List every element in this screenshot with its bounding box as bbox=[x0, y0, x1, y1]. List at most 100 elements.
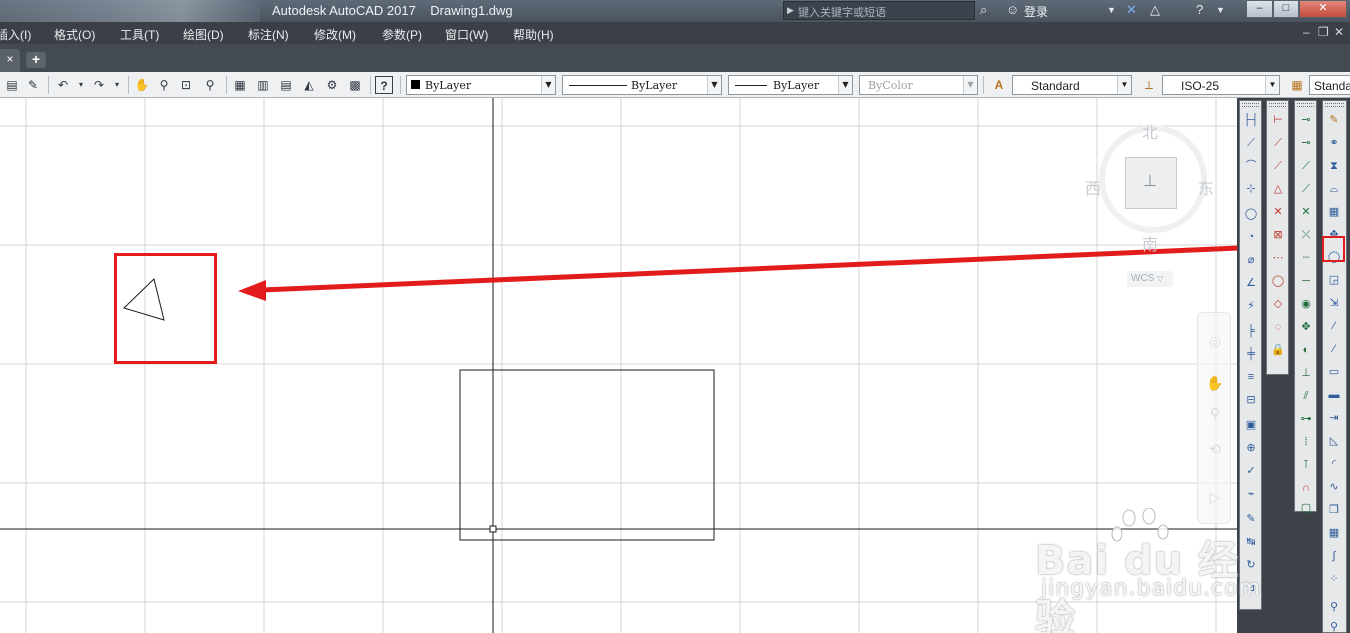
aligned-dim-icon[interactable]: ⟋ bbox=[1242, 134, 1260, 152]
snap-extension-icon[interactable]: ⋯ bbox=[1269, 249, 1287, 267]
center-mark-icon[interactable]: ⊕ bbox=[1242, 439, 1260, 457]
region-icon[interactable]: ▢ bbox=[1297, 499, 1315, 517]
blend-icon[interactable]: ∿ bbox=[1325, 478, 1343, 496]
break-at-point-icon[interactable]: ▭ bbox=[1325, 363, 1343, 381]
dim-space-icon[interactable]: ≡ bbox=[1242, 368, 1260, 386]
inspection-icon[interactable]: ✓ bbox=[1242, 462, 1260, 480]
snap-geocenter-icon[interactable]: ⊺ bbox=[1297, 456, 1315, 474]
extend-icon[interactable]: ⁄ bbox=[1325, 340, 1343, 358]
spline-icon[interactable]: ┈ bbox=[1297, 249, 1315, 267]
dim-update-icon[interactable]: ↻ bbox=[1242, 556, 1260, 574]
line-icon[interactable]: ⊸ bbox=[1297, 111, 1315, 129]
diameter-dim-icon[interactable]: ⌀ bbox=[1242, 251, 1260, 269]
break-icon[interactable]: ▬ bbox=[1325, 386, 1343, 404]
snap-node-icon[interactable]: ◉ bbox=[1297, 295, 1315, 313]
offset-icon[interactable]: ⌓ bbox=[1325, 180, 1343, 198]
dim-style-icon[interactable]: ⊿ bbox=[1242, 579, 1260, 597]
polyline-icon[interactable]: ⟋ bbox=[1297, 157, 1315, 175]
snap-none-icon[interactable]: ⊶ bbox=[1297, 410, 1315, 428]
toolbar-grip[interactable] bbox=[1297, 103, 1314, 107]
navigation-bar[interactable]: ◎ ✋ ⚲ ⟲ ▷ bbox=[1197, 312, 1231, 524]
ucs-menu[interactable]: WCS ▽ bbox=[1127, 271, 1173, 287]
jogged-dim-icon[interactable]: ◔ bbox=[1242, 228, 1260, 246]
right-toolbar-dock: ├┤ ⟋ ⌒ ⊹ ◯ ◔ ⌀ ∠ ⚡ ╞ ╪ ≡ ⊟ ▣ ⊕ ✓ ⌁ ✎ ↹ ↻… bbox=[1237, 98, 1350, 633]
snap-from-icon[interactable]: ⟋ bbox=[1269, 134, 1287, 152]
arc-icon[interactable]: ⤫ bbox=[1297, 226, 1315, 244]
join-icon[interactable]: ⇥ bbox=[1325, 409, 1343, 427]
circle-tool-highlight-box bbox=[1322, 236, 1345, 262]
edit-spline-icon[interactable]: ∫ bbox=[1325, 547, 1343, 565]
draw-toolbar: ⊸ ⊸ ⟋ ⟋ ✕ ⤫ ┈ ─ ◉ ✥ ◐ ⊥ ⫽ ⊶ ⁞ ⊺ ∩ ▢ bbox=[1294, 100, 1317, 514]
pan-icon[interactable]: ✋ bbox=[1206, 375, 1224, 393]
snap-insert-icon[interactable]: ✥ bbox=[1297, 318, 1315, 336]
continue-dim-icon[interactable]: ╪ bbox=[1242, 345, 1260, 363]
dim-break-icon[interactable]: ⊟ bbox=[1242, 391, 1260, 409]
dim-text-edit-icon[interactable]: ↹ bbox=[1242, 533, 1260, 551]
orbit-icon[interactable]: ⟲ bbox=[1206, 441, 1224, 459]
snap-endpoint-icon[interactable]: ⟋ bbox=[1269, 157, 1287, 175]
zoom-icon[interactable]: ⚲ bbox=[1206, 405, 1224, 423]
rectangle-icon[interactable]: ✕ bbox=[1297, 203, 1315, 221]
toolbar-grip[interactable] bbox=[1269, 103, 1286, 107]
snap-midpoint-icon[interactable]: △ bbox=[1269, 180, 1287, 198]
quick-dim-icon[interactable]: ⚡ bbox=[1242, 297, 1260, 315]
chamfer-icon[interactable]: ◺ bbox=[1325, 432, 1343, 450]
showmotion-icon[interactable]: ▷ bbox=[1206, 489, 1224, 507]
lock-icon[interactable]: 🔒 bbox=[1269, 341, 1287, 359]
compass-east[interactable]: 东 bbox=[1198, 175, 1214, 199]
arc-length-icon[interactable]: ⌒ bbox=[1242, 157, 1260, 175]
ucs-label: WCS bbox=[1131, 273, 1155, 284]
snap-apparent-icon[interactable]: ⊠ bbox=[1269, 226, 1287, 244]
triangle-highlight-box bbox=[114, 253, 217, 364]
snap-quadrant-icon[interactable]: ◇ bbox=[1269, 295, 1287, 313]
zoom-all-icon[interactable]: ⚲ bbox=[1325, 618, 1343, 633]
annotation-arrowhead bbox=[238, 280, 266, 301]
radius-dim-icon[interactable]: ◯ bbox=[1242, 205, 1260, 223]
ellipse-icon[interactable]: ─ bbox=[1297, 272, 1315, 290]
viewcube-face-icon: ⊥ bbox=[1143, 173, 1157, 190]
autocad-window: Autodesk AutoCAD 2017 Drawing1.dwg ▶ 键入关… bbox=[0, 0, 1350, 633]
angular-dim-icon[interactable]: ∠ bbox=[1242, 274, 1260, 292]
magnet-icon[interactable]: ∩ bbox=[1297, 479, 1315, 497]
stretch-icon[interactable]: ⇲ bbox=[1325, 294, 1343, 312]
viewcube-top-face[interactable]: ⊥ bbox=[1125, 157, 1177, 209]
snap-intersection-icon[interactable]: ✕ bbox=[1269, 203, 1287, 221]
ordinate-dim-icon[interactable]: ⊹ bbox=[1242, 180, 1260, 198]
array-icon[interactable]: ▦ bbox=[1325, 203, 1343, 221]
explode-icon[interactable]: ❒ bbox=[1325, 501, 1343, 519]
temp-track-icon[interactable]: ⊢ bbox=[1269, 111, 1287, 129]
snap-settings-icon[interactable]: ⁞ bbox=[1297, 433, 1315, 451]
viewcube[interactable]: 北 南 东 西 ⊥ bbox=[1085, 115, 1225, 290]
baseline-dim-icon[interactable]: ╞ bbox=[1242, 322, 1260, 340]
construction-line-icon[interactable]: ⊸ bbox=[1297, 134, 1315, 152]
linear-dim-icon[interactable]: ├┤ bbox=[1242, 111, 1260, 129]
fillet-icon[interactable]: ◜ bbox=[1325, 455, 1343, 473]
edit-polyline-icon[interactable]: ▦ bbox=[1325, 524, 1343, 542]
modify-toolbar: ✎ ⚭ ⧗ ⌓ ▦ ✥ ◯ ◲ ⇲ ⁄ ⁄ ▭ ▬ ⇥ ◺ ◜ ∿ ❒ ▦ ∫ … bbox=[1322, 100, 1347, 633]
erase-icon[interactable]: ✎ bbox=[1325, 111, 1343, 129]
zoom-extents-icon[interactable]: ⚲ bbox=[1325, 598, 1343, 616]
snap-tangent-icon[interactable]: ◌ bbox=[1269, 318, 1287, 336]
snap-nearest-icon[interactable]: ⊥ bbox=[1297, 364, 1315, 382]
steering-wheel-icon[interactable]: ◎ bbox=[1206, 333, 1224, 351]
snap-parallel-icon[interactable]: ⫽ bbox=[1297, 387, 1315, 405]
compass-north[interactable]: 北 bbox=[1142, 119, 1158, 143]
scale-icon[interactable]: ◲ bbox=[1325, 271, 1343, 289]
snap-center-icon[interactable]: ◯ bbox=[1269, 272, 1287, 290]
trim-icon[interactable]: ⁄ bbox=[1325, 317, 1343, 335]
dimension-toolbar: ├┤ ⟋ ⌒ ⊹ ◯ ◔ ⌀ ∠ ⚡ ╞ ╪ ≡ ⊟ ▣ ⊕ ✓ ⌁ ✎ ↹ ↻… bbox=[1239, 100, 1262, 610]
edit-hatch-icon[interactable]: ⁘ bbox=[1325, 570, 1343, 588]
chevron-down-icon: ▽ bbox=[1157, 274, 1164, 283]
object-snap-toolbar: ⊢ ⟋ ⟋ △ ✕ ⊠ ⋯ ◯ ◇ ◌ 🔒 bbox=[1266, 100, 1289, 375]
compass-west[interactable]: 西 bbox=[1085, 175, 1101, 199]
toolbar-grip[interactable] bbox=[1242, 103, 1259, 107]
copy-icon[interactable]: ⚭ bbox=[1325, 134, 1343, 152]
dim-edit-icon[interactable]: ✎ bbox=[1242, 510, 1260, 528]
snap-perpendicular-icon[interactable]: ◐ bbox=[1297, 341, 1315, 359]
toolbar-grip[interactable] bbox=[1325, 103, 1344, 107]
polygon-icon[interactable]: ⟋ bbox=[1297, 180, 1315, 198]
tolerance-icon[interactable]: ▣ bbox=[1242, 416, 1260, 434]
jogged-linear-icon[interactable]: ⌁ bbox=[1242, 485, 1260, 503]
mirror-icon[interactable]: ⧗ bbox=[1325, 157, 1343, 175]
compass-south[interactable]: 南 bbox=[1142, 231, 1158, 255]
